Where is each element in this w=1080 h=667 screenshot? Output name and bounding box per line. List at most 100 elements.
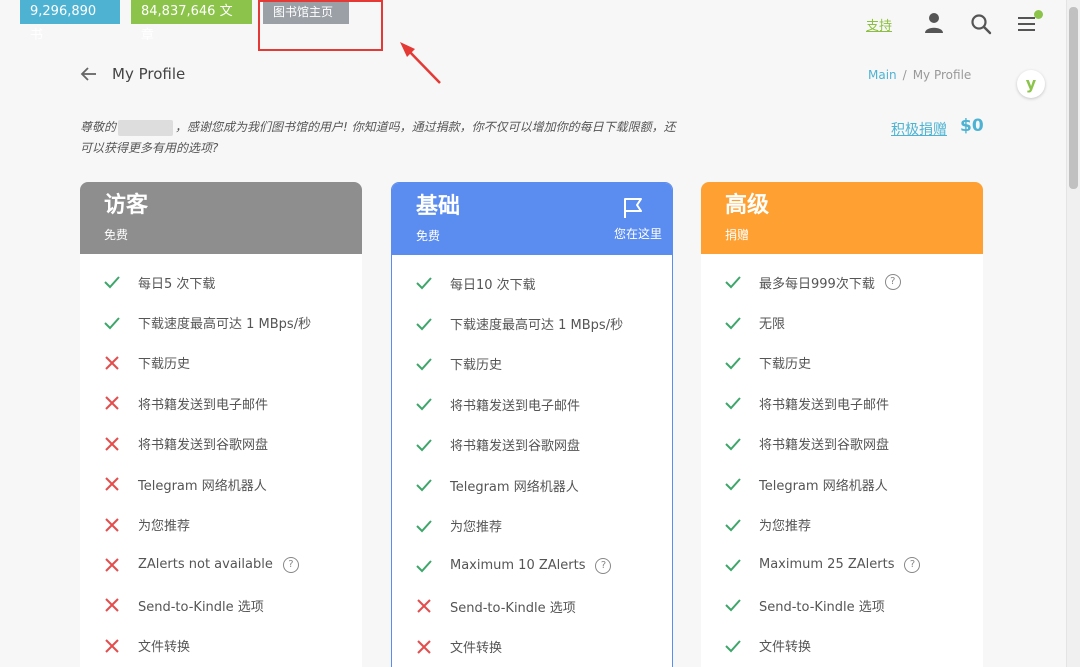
feature-item: 下载历史 xyxy=(80,343,362,383)
cross-icon xyxy=(105,437,119,451)
feature-list: 每日5 次下载下载速度最高可达 1 MBps/秒 下载历史将书籍发送到电子邮件 将书… xyxy=(80,254,362,666)
help-circle-icon[interactable]: ? xyxy=(904,556,921,573)
feature-label: 文件转换 xyxy=(138,640,191,656)
plan-header-premium: 高级 捐赠 xyxy=(701,182,983,254)
feature-item: 最多每日999次下载? xyxy=(701,262,983,302)
plan-header-basic: 基础 免费 您在这里 xyxy=(392,183,672,255)
check-icon xyxy=(416,277,432,290)
feature-label: Telegram 网络机器人 xyxy=(450,479,579,495)
feature-item: 将书籍发送到谷歌网盘 xyxy=(80,424,362,464)
feature-item: 每日5 次下载 xyxy=(80,262,362,302)
notification-dot xyxy=(1034,10,1043,19)
feature-label: 为您推荐 xyxy=(138,519,191,535)
user-icon[interactable] xyxy=(924,12,944,34)
breadcrumb-home-link[interactable]: Main xyxy=(868,68,897,82)
feature-list: 最多每日999次下载? 无限下载历史将书籍发送到电子邮件 将书籍发送到谷歌网盘 Tel… xyxy=(701,254,983,666)
cross-icon xyxy=(105,477,119,491)
check-icon xyxy=(725,397,741,410)
feature-item: Telegram 网络机器人 xyxy=(701,464,983,504)
check-icon xyxy=(416,358,432,371)
feature-label: 下载历史 xyxy=(138,357,191,373)
feature-item: ZAlerts not available? xyxy=(80,545,362,585)
feature-item: Maximum 10 ZAlerts? xyxy=(392,546,672,586)
feature-item: 下载历史 xyxy=(392,344,672,384)
feature-label: 将书籍发送到谷歌网盘 xyxy=(450,439,581,455)
cross-icon xyxy=(417,639,431,654)
page-title: My Profile xyxy=(112,65,186,83)
help-circle-icon[interactable]: ? xyxy=(282,556,299,573)
feature-item: 为您推荐 xyxy=(392,505,672,545)
feature-label: Telegram 网络机器人 xyxy=(759,478,888,494)
check-icon xyxy=(416,560,432,573)
feature-label: Telegram 网络机器人 xyxy=(138,478,267,494)
check-icon xyxy=(725,316,741,330)
plan-card-premium: 高级 捐赠 最多每日999次下载? 无限下载历史将书籍发送到电子邮件 将书籍发送到谷… xyxy=(701,182,983,667)
feature-label: 将书籍发送到电子邮件 xyxy=(759,397,890,413)
intro-text: 尊敬的 ，感谢您成为我们图书馆的用户! 你知道吗，通过捐款，你不仅可以增加你的每日… xyxy=(80,117,680,159)
annotation-arrow xyxy=(400,42,441,84)
support-link[interactable]: 支持 xyxy=(866,15,892,34)
donate-link[interactable]: 积极捐赠 xyxy=(891,119,947,139)
feature-label: 下载历史 xyxy=(759,357,812,373)
cross-icon xyxy=(105,598,119,613)
feature-label: 将书籍发送到谷歌网盘 xyxy=(759,438,890,454)
help-circle-icon[interactable]: ? xyxy=(595,557,612,574)
plan-name: 基础 xyxy=(416,194,461,219)
plan-name: 高级 xyxy=(725,193,770,218)
scrollbar[interactable] xyxy=(1066,0,1080,667)
feature-item: Telegram 网络机器人 xyxy=(392,465,672,505)
side-widget-icon[interactable]: y xyxy=(1017,70,1045,98)
breadcrumb-separator: / xyxy=(902,68,907,82)
donation-amount: $0 xyxy=(960,116,984,136)
blurred-username xyxy=(118,119,174,136)
plan-name: 访客 xyxy=(104,193,149,218)
arrow-left-icon[interactable] xyxy=(80,66,98,82)
feature-item: 文件转换 xyxy=(392,627,672,667)
feature-label: Send-to-Kindle 选项 xyxy=(138,599,264,615)
help-circle-icon[interactable]: ? xyxy=(884,274,901,291)
feature-item: 将书籍发送到电子邮件 xyxy=(701,383,983,423)
check-icon xyxy=(416,519,432,532)
articles-count-badge[interactable]: 84,837,646 文章 xyxy=(131,0,252,43)
feature-item: 将书籍发送到电子邮件 xyxy=(392,384,672,424)
feature-item: Send-to-Kindle 选项 xyxy=(80,585,362,625)
feature-label: 将书籍发送到电子邮件 xyxy=(138,397,269,413)
cross-icon xyxy=(105,517,119,532)
feature-label: 将书籍发送到谷歌网盘 xyxy=(138,438,269,454)
search-icon[interactable] xyxy=(970,13,992,35)
feature-item: 将书籍发送到谷歌网盘 xyxy=(701,424,983,464)
feature-label: ZAlerts not available xyxy=(138,557,273,573)
scrollbar-thumb[interactable] xyxy=(1069,7,1078,189)
feature-item: 下载历史 xyxy=(701,343,983,383)
check-icon xyxy=(104,276,120,289)
feature-item: 下载速度最高可达 1 MBps/秒 xyxy=(392,303,672,343)
feature-item: 每日10 次下载 xyxy=(392,263,672,303)
feature-item: 将书籍发送到谷歌网盘 xyxy=(392,425,672,465)
check-icon xyxy=(416,479,432,492)
check-icon xyxy=(416,317,432,331)
feature-label: 文件转换 xyxy=(450,641,503,657)
books-count-badge[interactable]: 9,296,890 书 xyxy=(20,0,120,43)
feature-label: 每日10 次下载 xyxy=(450,277,536,293)
feature-item: 将书籍发送到电子邮件 xyxy=(80,383,362,423)
feature-item: 为您推荐 xyxy=(80,504,362,544)
feature-label: 文件转换 xyxy=(759,640,812,656)
cross-icon xyxy=(417,599,431,614)
feature-label: 将书籍发送到电子邮件 xyxy=(450,398,581,414)
cross-icon xyxy=(105,356,119,370)
plan-card-basic: 基础 免费 您在这里 每日10 次下载下载速度最高可达 1 MBps/秒下载历史… xyxy=(391,182,673,667)
plan-header-guest: 访客 免费 xyxy=(80,182,362,254)
check-icon xyxy=(416,398,432,411)
check-icon xyxy=(725,518,741,531)
breadcrumb-current: My Profile xyxy=(912,68,972,82)
feature-label: Maximum 25 ZAlerts xyxy=(759,557,895,573)
feature-label: Maximum 10 ZAlerts xyxy=(450,558,586,574)
feature-label: 下载速度最高可达 1 MBps/秒 xyxy=(138,317,312,333)
feature-label: 为您推荐 xyxy=(759,519,812,535)
check-icon xyxy=(725,357,741,370)
check-icon xyxy=(725,640,741,653)
feature-label: 下载历史 xyxy=(450,358,503,374)
feature-item: 为您推荐 xyxy=(701,504,983,544)
feature-label: 无限 xyxy=(759,317,786,333)
feature-item: Maximum 25 ZAlerts? xyxy=(701,545,983,585)
